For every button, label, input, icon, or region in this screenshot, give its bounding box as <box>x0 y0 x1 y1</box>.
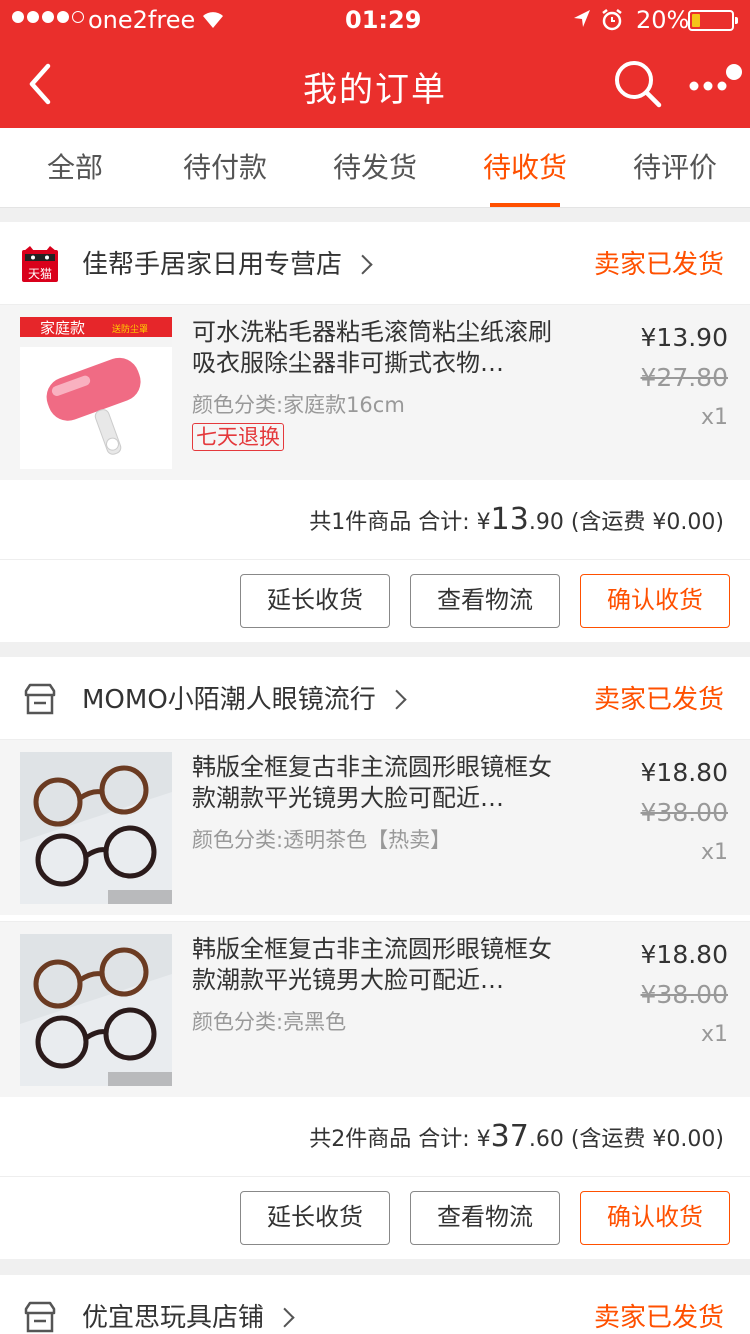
order-total-decimal: .60 <box>528 1127 564 1152</box>
order-item[interactable]: 家庭款 送防尘罩 可水洗粘毛器粘毛滚筒粘尘纸滚刷吸衣服除尘器非可撕式衣物… 颜色… <box>0 304 750 480</box>
product-sku: 颜色分类:透明茶色【热卖】 <box>192 828 452 852</box>
product-image-label: 家庭款 <box>40 319 85 337</box>
product-quantity: x1 <box>700 1022 728 1047</box>
order-total-integer: 13 <box>490 502 529 537</box>
product-image-sublabel: 送防尘罩 <box>112 323 148 335</box>
view-logistics-button[interactable]: 查看物流 <box>410 1191 560 1245</box>
product-price: ¥18.80 <box>640 940 728 969</box>
order-total-integer: 37 <box>490 1119 529 1154</box>
shop-name: MOMO小陌潮人眼镜流行 <box>82 679 408 716</box>
battery-icon <box>688 10 738 31</box>
signal-strength-icon <box>12 11 84 23</box>
carrier-name: one2free <box>88 6 196 34</box>
navigation-bar: 我的订单 <box>0 40 750 128</box>
order-card: 天猫 佳帮手居家日用专营店 卖家已发货 家庭款 送防尘罩 可水洗粘毛器粘毛滚筒粘 <box>0 222 750 642</box>
tab-pending-payment[interactable]: 待付款 <box>150 128 300 207</box>
product-price: ¥13.90 <box>640 323 728 352</box>
tab-all[interactable]: 全部 <box>0 128 150 207</box>
product-original-price: ¥27.80 <box>640 363 728 392</box>
order-status-tabs: 全部 待付款 待发货 待收货 待评价 <box>0 128 750 208</box>
order-card: 优宜思玩具店铺 卖家已发货 <box>0 1275 750 1334</box>
alarm-icon <box>600 8 624 38</box>
shop-header[interactable]: MOMO小陌潮人眼镜流行 卖家已发货 <box>0 657 750 739</box>
product-sku: 颜色分类:家庭款16cm <box>192 393 405 417</box>
product-sku: 颜色分类:亮黑色 <box>192 1010 347 1034</box>
chevron-right-icon <box>274 1307 295 1328</box>
order-actions: 延长收货 查看物流 确认收货 <box>0 560 750 642</box>
return-policy-badge: 七天退换 <box>192 423 284 451</box>
store-icon <box>22 681 58 717</box>
product-original-price: ¥38.00 <box>640 980 728 1009</box>
search-icon[interactable] <box>612 58 664 110</box>
order-summary-prefix: 共2件商品 合计: ¥ <box>309 1127 491 1152</box>
tmall-badge-text: 天猫 <box>28 267 52 281</box>
confirm-receipt-button[interactable]: 确认收货 <box>580 574 730 628</box>
store-icon <box>22 1299 58 1334</box>
order-item[interactable]: 韩版全框复古非主流圆形眼镜框女款潮款平光镜男大脸可配近… 颜色分类:亮黑色 ¥1… <box>0 921 750 1097</box>
product-quantity: x1 <box>700 840 728 865</box>
confirm-receipt-button[interactable]: 确认收货 <box>580 1191 730 1245</box>
order-item[interactable]: 韩版全框复古非主流圆形眼镜框女款潮款平光镜男大脸可配近… 颜色分类:透明茶色【热… <box>0 739 750 915</box>
product-original-price: ¥38.00 <box>640 798 728 827</box>
order-shipping: (含运费 ¥0.00) <box>570 1127 724 1152</box>
product-price: ¥18.80 <box>640 758 728 787</box>
app-header: one2free 01:29 20% 我的订单 <box>0 0 750 128</box>
order-summary: 共1件商品 合计: ¥13.90 (含运费 ¥0.00) <box>0 480 750 560</box>
order-shipping: (含运费 ¥0.00) <box>570 510 724 535</box>
order-summary-prefix: 共1件商品 合计: ¥ <box>309 510 491 535</box>
order-status: 卖家已发货 <box>593 250 724 280</box>
tab-pending-shipment[interactable]: 待发货 <box>300 128 450 207</box>
tab-pending-receipt[interactable]: 待收货 <box>450 128 600 207</box>
product-image-glasses <box>20 752 172 904</box>
product-title: 韩版全框复古非主流圆形眼镜框女款潮款平光镜男大脸可配近… <box>192 753 552 812</box>
order-total-decimal: .90 <box>528 510 564 535</box>
product-title: 可水洗粘毛器粘毛滚筒粘尘纸滚刷吸衣服除尘器非可撕式衣物… <box>192 318 552 377</box>
view-logistics-button[interactable]: 查看物流 <box>410 574 560 628</box>
chevron-right-icon <box>352 254 373 275</box>
wifi-icon <box>200 8 226 36</box>
location-icon <box>572 8 592 36</box>
product-title: 韩版全框复古非主流圆形眼镜框女款潮款平光镜男大脸可配近… <box>192 935 552 994</box>
shop-name: 优宜思玩具店铺 <box>82 1297 296 1334</box>
status-bar: one2free 01:29 20% <box>0 0 750 40</box>
order-card: MOMO小陌潮人眼镜流行 卖家已发货 韩版全框复古非主流圆形眼镜框女款潮款平光镜… <box>0 657 750 1259</box>
shop-header[interactable]: 优宜思玩具店铺 卖家已发货 <box>0 1275 750 1334</box>
shop-header[interactable]: 天猫 佳帮手居家日用专营店 卖家已发货 <box>0 222 750 304</box>
tmall-icon: 天猫 <box>22 246 58 282</box>
order-summary: 共2件商品 合计: ¥37.60 (含运费 ¥0.00) <box>0 1097 750 1177</box>
more-icon[interactable] <box>686 62 746 102</box>
extend-receipt-button[interactable]: 延长收货 <box>240 1191 390 1245</box>
battery-percent: 20% <box>636 6 690 34</box>
extend-receipt-button[interactable]: 延长收货 <box>240 574 390 628</box>
product-image-lint-roller: 家庭款 送防尘罩 <box>20 317 172 469</box>
status-time: 01:29 <box>345 6 422 34</box>
shop-name: 佳帮手居家日用专营店 <box>82 244 374 281</box>
tab-pending-review[interactable]: 待评价 <box>600 128 750 207</box>
chevron-right-icon <box>386 689 407 710</box>
order-status: 卖家已发货 <box>593 1303 724 1333</box>
order-actions: 延长收货 查看物流 确认收货 <box>0 1177 750 1259</box>
product-quantity: x1 <box>700 405 728 430</box>
product-image-glasses <box>20 934 172 1086</box>
order-status: 卖家已发货 <box>593 685 724 715</box>
